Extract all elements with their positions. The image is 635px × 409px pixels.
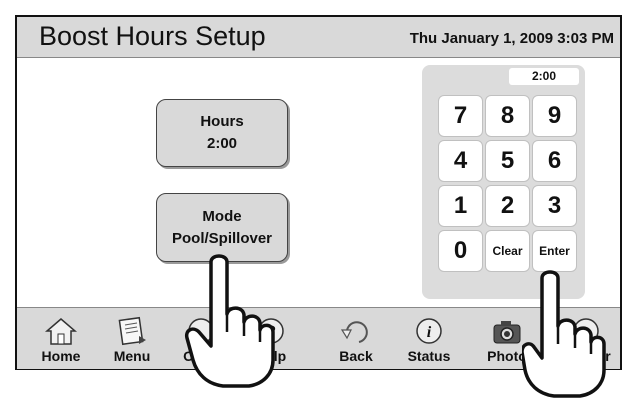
- nav-home-label: Home: [41, 348, 81, 364]
- back-arrow-icon: [340, 321, 368, 343]
- key-5[interactable]: 5: [485, 140, 530, 182]
- nav-back[interactable]: Back: [324, 308, 388, 369]
- hours-value: 2:00: [206, 135, 238, 152]
- house-icon: [44, 318, 78, 345]
- svg-text:i: i: [427, 324, 432, 341]
- key-0[interactable]: 0: [438, 230, 483, 272]
- date-time: Thu January 1, 2009 3:03 PM: [409, 30, 614, 47]
- nav-home[interactable]: Home: [29, 308, 93, 369]
- page-title: Boost Hours Setup: [39, 21, 266, 51]
- numeric-keypad: 2:00 7 8 9 4 5 6 1 2 3 0 Clear Enter: [422, 65, 585, 299]
- key-8[interactable]: 8: [485, 95, 530, 137]
- nav-back-label: Back: [339, 348, 373, 364]
- pointing-hand-icon: [184, 254, 275, 388]
- camera-icon: [493, 321, 521, 344]
- keypad-display: 2:00: [509, 68, 579, 85]
- key-9[interactable]: 9: [532, 95, 577, 137]
- hours-button[interactable]: Hours 2:00: [156, 99, 288, 167]
- key-3[interactable]: 3: [532, 185, 577, 227]
- key-4[interactable]: 4: [438, 140, 483, 182]
- key-enter[interactable]: Enter: [532, 230, 577, 272]
- mode-value: Pool/Spillover: [171, 229, 273, 247]
- nav-status-label: Status: [407, 348, 451, 364]
- hours-label: Hours: [200, 113, 244, 130]
- key-1[interactable]: 1: [438, 185, 483, 227]
- key-7[interactable]: 7: [438, 95, 483, 137]
- nav-menu-label: Menu: [113, 348, 151, 364]
- key-6[interactable]: 6: [532, 140, 577, 182]
- nav-menu[interactable]: Menu: [100, 308, 164, 369]
- title-bar: Boost Hours Setup Thu January 1, 2009 3:…: [17, 17, 620, 58]
- info-icon: i: [416, 318, 442, 344]
- nav-status[interactable]: i Status: [397, 308, 461, 369]
- key-clear[interactable]: Clear: [485, 230, 530, 272]
- notepad-icon: [118, 316, 146, 346]
- mode-label: Mode: [202, 207, 242, 225]
- pointing-hand-icon: [522, 270, 606, 398]
- key-2[interactable]: 2: [485, 185, 530, 227]
